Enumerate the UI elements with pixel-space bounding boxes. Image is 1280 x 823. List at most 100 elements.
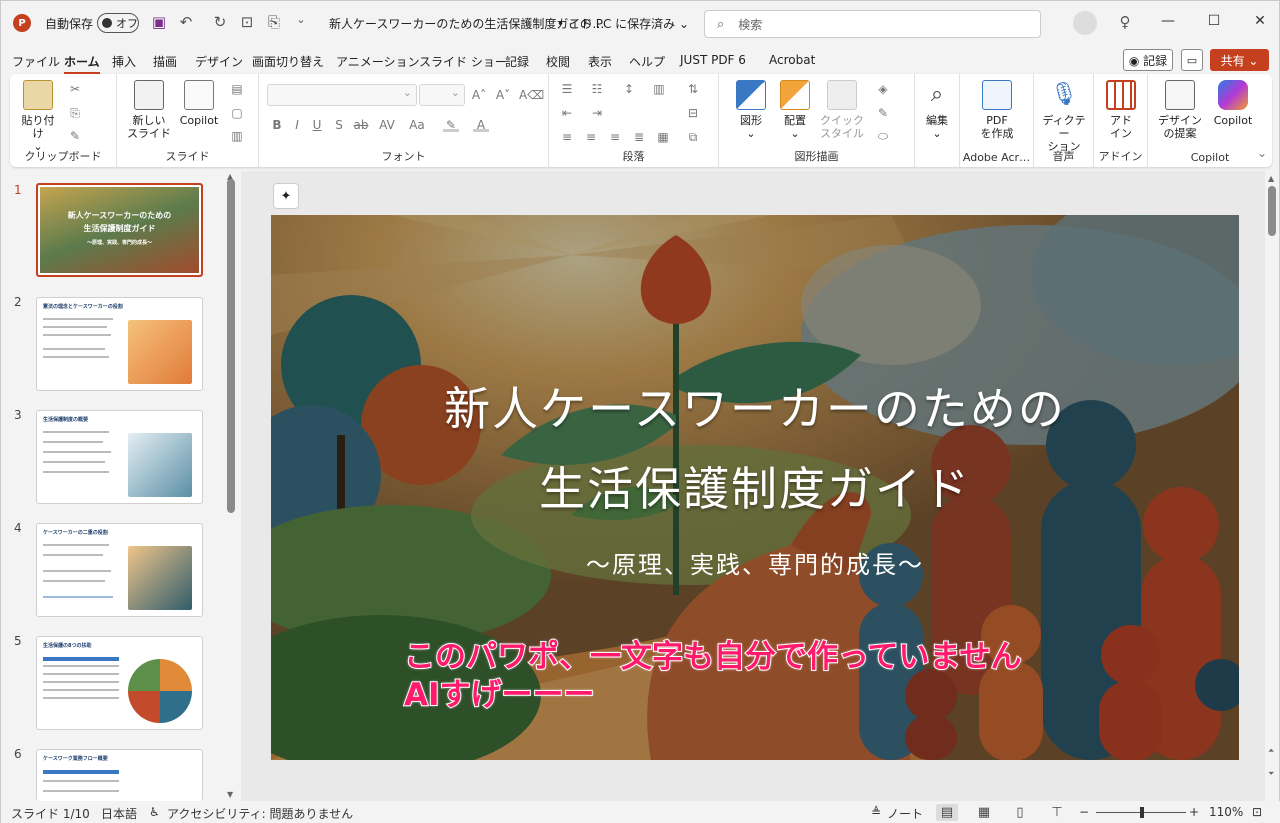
bullets-icon[interactable]: ☰ (559, 82, 575, 96)
distribute-icon[interactable]: ▦ (655, 130, 671, 144)
close-button[interactable]: ✕ (1250, 13, 1270, 29)
thumbnail-slide-3[interactable]: 生活保護制度の概要 (36, 410, 203, 504)
normal-view-icon[interactable]: ▤ (936, 804, 958, 821)
paste-button[interactable]: 貼り付け ⌄ (18, 80, 58, 153)
line-spacing-icon[interactable]: ↕ (621, 82, 637, 96)
present-icon[interactable]: ⊡ (237, 13, 257, 33)
copy-icon[interactable]: ⎘ (67, 106, 83, 120)
create-pdf-button[interactable]: PDF を作成 (974, 80, 1020, 140)
language-indicator[interactable]: 日本語 (101, 805, 137, 822)
arrange-button[interactable]: 配置 ⌄ (775, 80, 815, 140)
text-direction-icon[interactable]: ⇅ (685, 82, 701, 96)
align-text-icon[interactable]: ⊟ (685, 106, 701, 120)
avatar[interactable] (1073, 11, 1097, 35)
tab-help[interactable]: ヘルプ (629, 53, 665, 70)
save-icon[interactable]: ▣ (149, 13, 169, 33)
slide-sorter-icon[interactable]: ▦ (973, 804, 995, 821)
shape-outline-icon[interactable]: ✎ (875, 106, 891, 120)
designer-button[interactable]: デザイン の提案 (1154, 80, 1206, 140)
smartart-icon[interactable]: ⧉ (685, 130, 701, 144)
format-painter-icon[interactable]: ✎ (67, 129, 83, 143)
highlight-icon[interactable]: ✎ (443, 118, 459, 132)
dictate-button[interactable]: 🎙 ディクテー ション (1038, 80, 1090, 153)
accessibility-status[interactable]: アクセシビリティ: 問題ありません (167, 805, 353, 822)
layout-icon[interactable]: ▤ (229, 82, 245, 96)
italic-icon[interactable]: I (289, 118, 305, 132)
scroll-down-icon[interactable]: ▼ (227, 790, 233, 799)
slideshow-view-icon[interactable]: ⊤ (1046, 804, 1068, 821)
copilot-slide-button[interactable]: Copilot (177, 80, 221, 127)
minimize-button[interactable]: — (1158, 13, 1178, 29)
search-box[interactable]: ⌕ 検索 (704, 10, 1041, 38)
zoom-out-icon[interactable]: − (1079, 805, 1089, 819)
thumbnail-slide-5[interactable]: 生活保護の8つの扶助 (36, 636, 203, 730)
share-button[interactable]: 共有 ⌄ (1210, 49, 1269, 71)
columns-icon[interactable]: ▥ (651, 82, 667, 96)
thumbnail-scrollbar[interactable] (227, 179, 235, 513)
font-color-icon[interactable]: A (473, 118, 489, 132)
align-left-icon[interactable]: ≡ (559, 130, 575, 144)
cut-icon[interactable]: ✂ (67, 82, 83, 96)
spacing-icon[interactable]: AV (379, 118, 395, 132)
strikethrough-icon[interactable]: ab (353, 118, 369, 132)
edit-button[interactable]: ⌕ 編集 ⌄ (919, 80, 955, 140)
undo-icon[interactable]: ↶ (176, 13, 196, 33)
shrink-font-icon[interactable]: A˅ (495, 88, 511, 102)
font-family-select[interactable] (267, 84, 417, 106)
prev-slide-icon[interactable]: ⏶ (1268, 746, 1274, 756)
slide-title-line-2[interactable]: 生活保護制度ガイド (271, 453, 1239, 519)
record-button[interactable]: ◉ 記録 (1123, 49, 1173, 71)
thumbnail-slide-1[interactable]: 新人ケースワーカーのための 生活保護制度ガイド 〜原理、実践、専門的成長〜 (36, 183, 203, 277)
zoom-level[interactable]: 110% (1209, 805, 1243, 819)
justify-icon[interactable]: ≣ (631, 130, 647, 144)
zoom-slider-knob[interactable] (1140, 807, 1144, 818)
export-icon[interactable]: ⎘ (264, 13, 284, 33)
editor-scroll-up-icon[interactable]: ▲ (1268, 174, 1274, 183)
designer-sparkle-icon[interactable]: ✦ (273, 183, 299, 209)
tab-justpdf[interactable]: JUST PDF 6 (680, 53, 746, 67)
reset-icon[interactable]: ▢ (229, 106, 245, 120)
maximize-button[interactable]: ☐ (1204, 13, 1224, 29)
tab-record[interactable]: 記録 (505, 53, 529, 70)
shape-effects-icon[interactable]: ⬭ (875, 129, 891, 143)
zoom-in-icon[interactable]: + (1189, 805, 1199, 819)
tab-slideshow[interactable]: スライド ショー (419, 53, 507, 70)
copilot-button[interactable]: Copilot (1208, 80, 1258, 127)
tab-view[interactable]: 表示 (588, 53, 612, 70)
clear-format-icon[interactable]: A⌫ (519, 88, 544, 102)
tab-home[interactable]: ホーム (64, 53, 100, 75)
collapse-ribbon-icon[interactable]: ⌄ (1254, 146, 1270, 160)
thumbnail-slide-4[interactable]: ケースワーカーの二重の役割 (36, 523, 203, 617)
save-status[interactable]: • この PC に保存済み ⌄ (557, 15, 689, 32)
tab-draw[interactable]: 描画 (153, 53, 177, 70)
reading-view-icon[interactable]: ▯ (1009, 804, 1031, 821)
align-right-icon[interactable]: ≡ (607, 130, 623, 144)
lightbulb-icon[interactable]: ♀ (1115, 13, 1135, 33)
tab-transitions[interactable]: 画面切り替え (252, 53, 324, 70)
increase-indent-icon[interactable]: ⇥ (589, 106, 605, 120)
tab-design[interactable]: デザイン (195, 53, 243, 70)
case-icon[interactable]: Aa (409, 118, 425, 132)
tab-animations[interactable]: アニメーション (336, 53, 420, 70)
decrease-indent-icon[interactable]: ⇤ (559, 106, 575, 120)
tab-acrobat[interactable]: Acrobat (769, 53, 815, 67)
thumbnail-slide-6[interactable]: ケースワーク業務フロー概要 (36, 749, 203, 801)
slide-title-line-1[interactable]: 新人ケースワーカーのための (271, 373, 1239, 439)
thumbnail-slide-2[interactable]: 憲法の理念とケースワーカーの役割 (36, 297, 203, 391)
fit-to-window-icon[interactable]: ⊡ (1252, 805, 1262, 819)
numbering-icon[interactable]: ☷ (589, 82, 605, 96)
grow-font-icon[interactable]: A˄ (471, 88, 487, 102)
new-slide-button[interactable]: 新しい スライド (125, 80, 173, 140)
shapes-button[interactable]: 図形 ⌄ (733, 80, 769, 140)
align-center-icon[interactable]: ≡ (583, 130, 599, 144)
tab-review[interactable]: 校閲 (546, 53, 570, 70)
editor-scrollbar[interactable] (1268, 186, 1276, 236)
notes-button[interactable]: ノート (887, 805, 923, 822)
autosave-toggle[interactable]: オフ (97, 13, 139, 33)
shadow-icon[interactable]: S (331, 118, 347, 132)
next-slide-icon[interactable]: ⏷ (1268, 769, 1274, 779)
bold-icon[interactable]: B (269, 118, 285, 132)
tab-insert[interactable]: 挿入 (112, 53, 136, 70)
underline-icon[interactable]: U (309, 118, 325, 132)
addins-button[interactable]: アド イン (1104, 80, 1138, 140)
